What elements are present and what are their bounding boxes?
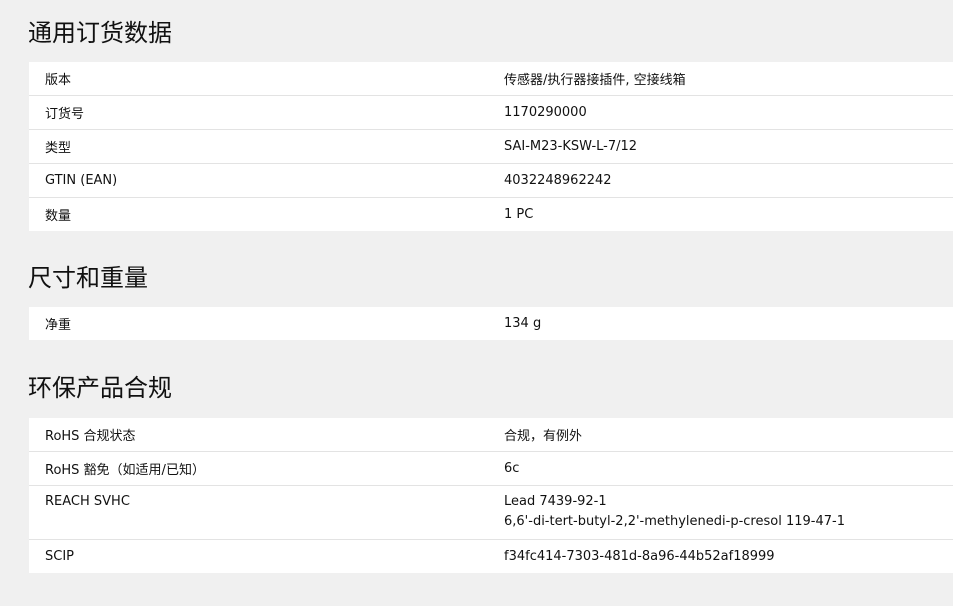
row-label: RoHS 合规状态 <box>45 429 136 444</box>
general-ordering-table: 版本 传感器/执行器接插件, 空接线箱 订货号 1170290000 类型 SA… <box>29 62 953 231</box>
product-data-page: 通用订货数据 版本 传感器/执行器接插件, 空接线箱 订货号 117029000… <box>0 0 953 606</box>
section-title-environmental-compliance: 环保产品合规 <box>28 374 172 402</box>
row-value-line: Lead 7439-92-1 <box>504 494 607 509</box>
row-label: SCIP <box>45 549 75 564</box>
row-value: 4032248962242 <box>504 173 612 188</box>
row-value: 1 PC <box>504 207 534 222</box>
row-label: 数量 <box>45 209 72 224</box>
row-value: 传感器/执行器接插件, 空接线箱 <box>504 73 686 88</box>
table-row-rohs-exemption: RoHS 豁免（如适用/已知） 6c <box>29 452 953 486</box>
environmental-compliance-table: RoHS 合规状态 合规，有例外 RoHS 豁免（如适用/已知） 6c REAC… <box>29 418 953 573</box>
row-value: Lead 7439-92-1 6,6'-di-tert-butyl-2,2'-m… <box>504 492 953 532</box>
row-label: 净重 <box>45 318 72 333</box>
table-row-version: 版本 传感器/执行器接插件, 空接线箱 <box>29 62 953 96</box>
table-row-scip: SCIP f34fc414-7303-481d-8a96-44b52af1899… <box>29 540 953 573</box>
section-title-dimensions-weight: 尺寸和重量 <box>28 264 148 292</box>
dimensions-weight-table: 净重 134 g <box>29 307 953 340</box>
row-label: 订货号 <box>45 107 85 122</box>
row-value: 1170290000 <box>504 105 587 120</box>
row-value: f34fc414-7303-481d-8a96-44b52af18999 <box>504 549 775 564</box>
table-row-gtin: GTIN (EAN) 4032248962242 <box>29 164 953 198</box>
table-row-type: 类型 SAI-M23-KSW-L-7/12 <box>29 130 953 164</box>
row-label: RoHS 豁免（如适用/已知） <box>45 463 205 478</box>
table-row-rohs-status: RoHS 合规状态 合规，有例外 <box>29 418 953 452</box>
row-label: 版本 <box>45 73 72 88</box>
row-value: 6c <box>504 461 520 476</box>
table-row-net-weight: 净重 134 g <box>29 307 953 340</box>
row-value: SAI-M23-KSW-L-7/12 <box>504 139 638 154</box>
row-label: 类型 <box>45 141 72 156</box>
row-value: 合规，有例外 <box>504 429 583 444</box>
row-label: REACH SVHC <box>45 494 130 509</box>
section-title-general-ordering: 通用订货数据 <box>28 19 172 47</box>
row-value-line: 6,6'-di-tert-butyl-2,2'-methylenedi-p-cr… <box>504 514 845 529</box>
row-label: GTIN (EAN) <box>45 173 118 188</box>
row-value: 134 g <box>504 316 542 331</box>
table-row-order-number: 订货号 1170290000 <box>29 96 953 130</box>
table-row-reach-svhc: REACH SVHC Lead 7439-92-1 6,6'-di-tert-b… <box>29 486 953 540</box>
table-row-quantity: 数量 1 PC <box>29 198 953 231</box>
